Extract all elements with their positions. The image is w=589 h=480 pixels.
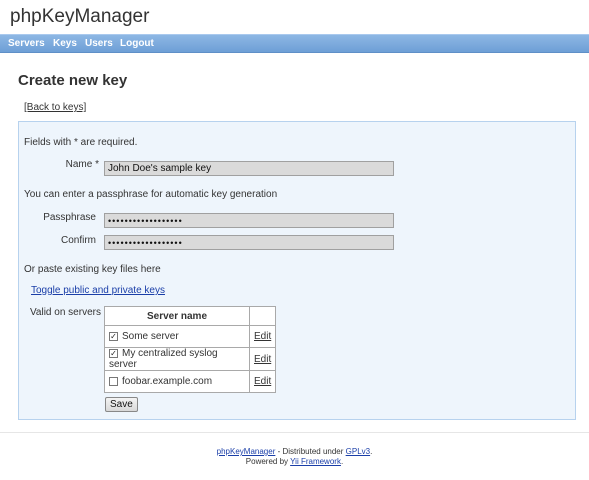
back-to-keys-link[interactable]: [Back to keys] — [24, 102, 86, 113]
name-field[interactable]: John Doe's sample key — [104, 161, 394, 176]
footer-license-link[interactable]: GPLv3 — [346, 447, 370, 456]
footer-framework-link[interactable]: Yii Framework — [290, 457, 341, 466]
server-name: My centralized syslog server — [109, 348, 218, 370]
footer-line-2: Powered by Yii Framework. — [0, 457, 589, 466]
save-button[interactable]: Save — [105, 397, 138, 412]
menu-item-users[interactable]: Users — [85, 38, 113, 49]
server-name: Some server — [122, 331, 179, 342]
server-checkbox[interactable] — [109, 376, 118, 386]
confirm-label: Confirm — [60, 235, 96, 246]
passphrase-label: Passphrase — [43, 212, 96, 223]
main-menu: Servers Keys Users Logout — [0, 34, 589, 53]
footer-distributed-text: - Distributed under — [275, 447, 346, 456]
passphrase-note: You can enter a passphrase for automatic… — [24, 189, 278, 200]
footer-period: . — [370, 447, 373, 456]
paste-note: Or paste existing key files here — [24, 264, 161, 275]
footer-app-link[interactable]: phpKeyManager — [217, 447, 276, 456]
footer-divider — [0, 432, 589, 433]
server-name: foobar.example.com — [122, 376, 213, 387]
server-name-header: Server name — [104, 306, 250, 326]
edit-server-link[interactable]: Edit — [254, 376, 271, 387]
table-row: ✓ Some server Edit — [104, 325, 277, 348]
server-checkbox[interactable]: ✓ — [109, 331, 118, 341]
confirm-field[interactable]: •••••••••••••••••• — [104, 235, 394, 250]
menu-item-logout[interactable]: Logout — [120, 38, 154, 49]
server-table: Server name ✓ Some server Edit ✓ My centra… — [104, 306, 277, 393]
required-note: Fields with * are required. — [24, 137, 138, 148]
edit-server-link[interactable]: Edit — [254, 354, 271, 365]
toggle-keys-link[interactable]: Toggle public and private keys — [31, 285, 165, 296]
app-title: phpKeyManager — [10, 6, 150, 27]
table-row: foobar.example.com Edit — [104, 370, 277, 393]
edit-server-link[interactable]: Edit — [254, 331, 271, 342]
footer-period-2: . — [340, 457, 344, 466]
footer-line-1: phpKeyManager - Distributed under GPLv3. — [0, 447, 589, 456]
footer-powered-text: Powered by — [245, 457, 291, 466]
table-row: ✓ My centralized syslog server Edit — [104, 347, 277, 371]
server-checkbox[interactable]: ✓ — [109, 348, 118, 358]
passphrase-field[interactable]: •••••••••••••••••• — [104, 213, 394, 228]
edit-column-header — [248, 306, 277, 326]
menu-item-servers[interactable]: Servers — [8, 38, 45, 49]
servers-label: Valid on servers — [30, 307, 101, 318]
menu-item-keys[interactable]: Keys — [53, 38, 77, 49]
create-key-form: Fields with * are required. Name * John … — [18, 121, 576, 420]
name-label: Name * — [65, 159, 99, 170]
page-title: Create new key — [18, 72, 128, 89]
